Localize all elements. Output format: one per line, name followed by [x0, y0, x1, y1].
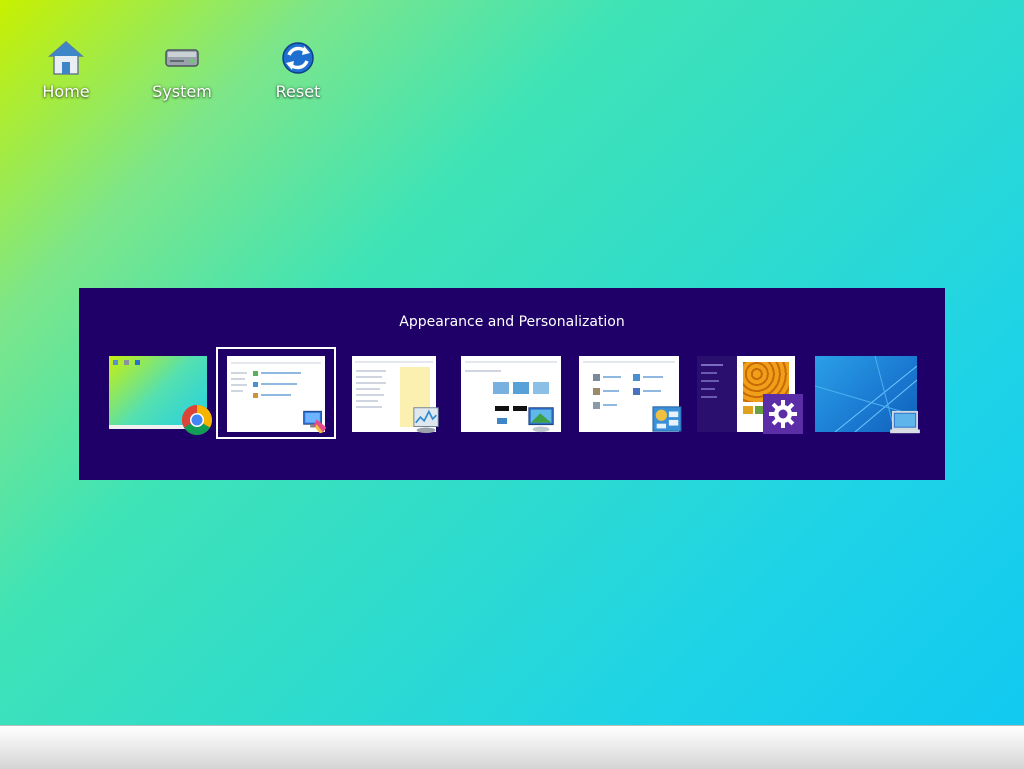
settings-gear-badge — [763, 394, 803, 434]
desktop-icon — [890, 410, 920, 434]
window-switcher: Appearance and Personalization — [79, 288, 945, 480]
desktop-icon-label: System — [152, 82, 212, 101]
home-icon — [48, 41, 84, 75]
switcher-item[interactable] — [687, 348, 805, 438]
appearance-personalization-icon — [303, 410, 327, 434]
switcher-item[interactable] — [805, 348, 923, 438]
control-panel-icon — [652, 406, 682, 432]
switcher-item[interactable] — [342, 348, 460, 438]
reset-icon — [282, 42, 314, 74]
switcher-title: Appearance and Personalization — [399, 314, 625, 330]
desktop-icon-label: Reset — [275, 82, 321, 101]
chrome-icon — [181, 405, 213, 436]
switcher-item[interactable] — [451, 348, 569, 438]
desktop-icon-system[interactable]: System — [137, 38, 227, 101]
desktop-icon-label: Home — [42, 82, 90, 101]
settings-gear-icon — [769, 400, 797, 428]
desktop-icon-home[interactable]: Home — [21, 38, 111, 101]
display-settings-icon — [528, 407, 554, 433]
system-drive-icon — [165, 49, 199, 67]
task-manager-icon — [413, 407, 439, 434]
taskbar[interactable] — [0, 725, 1024, 769]
switcher-item-selected[interactable] — [216, 347, 336, 439]
switcher-item[interactable] — [99, 348, 217, 438]
switcher-item[interactable] — [569, 348, 687, 438]
desktop-icon-reset[interactable]: Reset — [253, 38, 343, 101]
